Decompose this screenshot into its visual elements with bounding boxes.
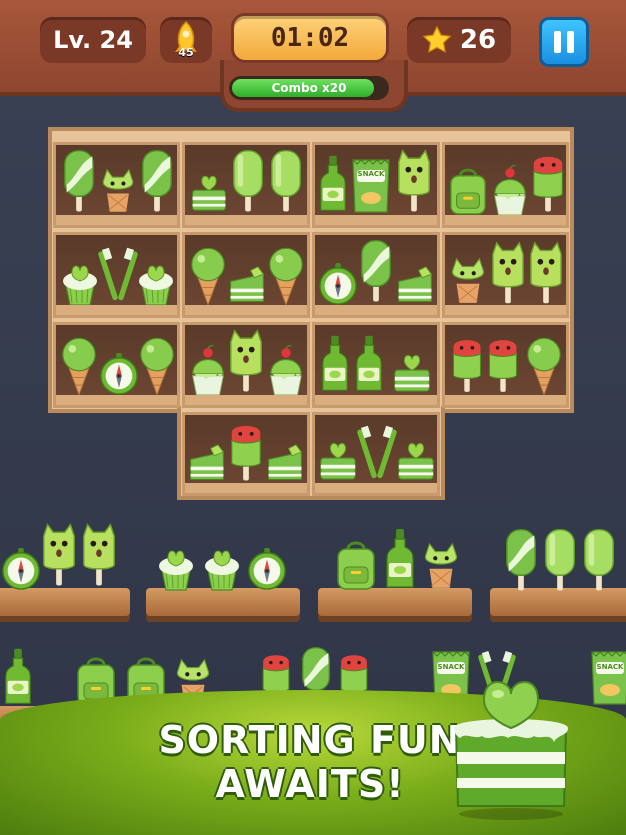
shelf-cell[interactable]	[53, 232, 180, 318]
shelf-cell[interactable]	[53, 322, 180, 408]
pause-icon	[554, 31, 561, 53]
compass-icon[interactable]	[246, 546, 288, 592]
red-popsicle-icon[interactable]	[449, 331, 485, 397]
cupcake-icon[interactable]	[58, 257, 102, 307]
wall-shelf	[146, 588, 300, 616]
snack-bag[interactable]: SNACK	[349, 155, 393, 217]
shelf-cell[interactable]	[182, 412, 310, 496]
shelf-cell[interactable]	[442, 232, 569, 318]
swirl-popsicle-icon[interactable]	[138, 147, 176, 217]
star-counter: 26	[407, 17, 511, 63]
star-count: 26	[459, 25, 497, 55]
shelf-cell[interactable]	[312, 412, 440, 496]
featured-cake-icon	[454, 681, 568, 820]
compass-icon[interactable]	[98, 351, 140, 397]
shelf-cell[interactable]	[442, 322, 569, 408]
cat-popsicle-icon[interactable]	[395, 147, 433, 217]
snack-label: SNACK	[357, 170, 385, 178]
wall-shelf	[318, 588, 472, 616]
cat-popsicle-icon[interactable]	[527, 241, 565, 307]
cupcake-icon[interactable]	[154, 542, 198, 592]
backpack-icon[interactable]	[447, 167, 489, 217]
shelf-cell[interactable]	[182, 232, 310, 318]
swirl-popsicle-icon[interactable]	[357, 237, 395, 307]
toothbrush-icon[interactable]	[98, 241, 138, 307]
promo-headline: SORTING FUN AWAITS!	[140, 718, 480, 806]
cat-popsicle-icon[interactable]	[40, 520, 78, 592]
bottle-icon[interactable]	[319, 331, 351, 397]
toothbrush-icon[interactable]	[357, 419, 397, 485]
heart-cake-icon[interactable]	[391, 347, 433, 397]
cat-cupcake-icon[interactable]	[447, 251, 489, 307]
snack-icon	[588, 648, 626, 708]
backpack-icon[interactable]	[334, 540, 378, 592]
shelf-cell[interactable]	[312, 322, 440, 408]
promo-line-1: SORTING FUN	[158, 718, 462, 762]
red-popsicle-icon[interactable]	[227, 417, 265, 485]
snack-label: SNACK	[596, 663, 624, 671]
popsicle-icon[interactable]	[580, 526, 618, 596]
combo-meter: Combo x20	[229, 76, 389, 100]
cat-cupcake-icon[interactable]	[420, 536, 462, 592]
level-indicator: Lv. 24	[40, 17, 146, 63]
cake-slice-icon[interactable]	[265, 441, 305, 485]
bottle-icon[interactable]	[2, 644, 34, 710]
cat-popsicle-icon[interactable]	[227, 327, 265, 397]
red-popsicle-icon[interactable]	[529, 147, 567, 217]
icecream-cone-icon[interactable]	[187, 245, 229, 307]
sundae-icon[interactable]	[187, 345, 229, 397]
shelf-cell[interactable]	[53, 142, 180, 228]
icecream-cone-icon[interactable]	[265, 245, 307, 307]
star-icon	[422, 25, 452, 53]
cat-popsicle-icon[interactable]	[489, 241, 527, 307]
bottle-icon[interactable]	[383, 526, 417, 592]
shelf-cell[interactable]	[442, 142, 569, 228]
red-popsicle-icon[interactable]	[485, 331, 521, 397]
popsicle-icon[interactable]	[541, 526, 579, 596]
cake-slice-icon[interactable]	[187, 441, 227, 485]
timer: 01:02	[231, 13, 389, 63]
swirl-popsicle-icon[interactable]	[60, 147, 98, 217]
wall-shelf	[0, 588, 130, 616]
heart-cake-icon[interactable]	[395, 435, 437, 485]
bottle-icon[interactable]	[353, 331, 385, 397]
cat-cupcake-icon[interactable]	[98, 161, 138, 217]
snack-bag[interactable]: SNACK	[588, 648, 626, 708]
shelf-cell[interactable]	[182, 142, 310, 228]
sundae-icon[interactable]	[265, 345, 307, 397]
cupcake-icon[interactable]	[134, 257, 178, 307]
shelf-cell[interactable]	[182, 322, 310, 408]
cake-slice-icon[interactable]	[395, 263, 435, 307]
timer-value: 01:02	[270, 23, 350, 53]
popsicle-icon[interactable]	[267, 147, 305, 217]
shelf-cell[interactable]	[312, 232, 440, 318]
sundae-icon[interactable]	[489, 165, 531, 217]
icecream-cone-icon[interactable]	[136, 335, 178, 397]
rocket-booster[interactable]: 45	[160, 17, 212, 63]
snack-icon	[349, 155, 393, 217]
cake-slice-icon[interactable]	[227, 263, 267, 307]
compass-icon[interactable]	[317, 261, 359, 307]
compass-icon[interactable]	[0, 546, 42, 592]
rocket-count: 45	[178, 46, 194, 59]
heart-cake-icon[interactable]	[317, 435, 359, 485]
cat-popsicle-icon[interactable]	[80, 520, 118, 592]
promo-line-2: AWAITS!	[215, 762, 405, 806]
level-label: Lv. 24	[53, 26, 133, 54]
popsicle-icon[interactable]	[229, 147, 267, 217]
icecream-cone-icon[interactable]	[58, 335, 100, 397]
shelf-cell[interactable]: SNACK	[312, 142, 440, 228]
swirl-popsicle-icon[interactable]	[502, 526, 540, 596]
bottle-icon[interactable]	[317, 151, 349, 217]
heart-cake-icon[interactable]	[189, 167, 229, 217]
combo-label: Combo x20	[271, 81, 347, 95]
pause-button[interactable]	[539, 17, 589, 67]
cupcake-icon[interactable]	[200, 542, 244, 592]
icecream-cone-icon[interactable]	[523, 335, 565, 397]
